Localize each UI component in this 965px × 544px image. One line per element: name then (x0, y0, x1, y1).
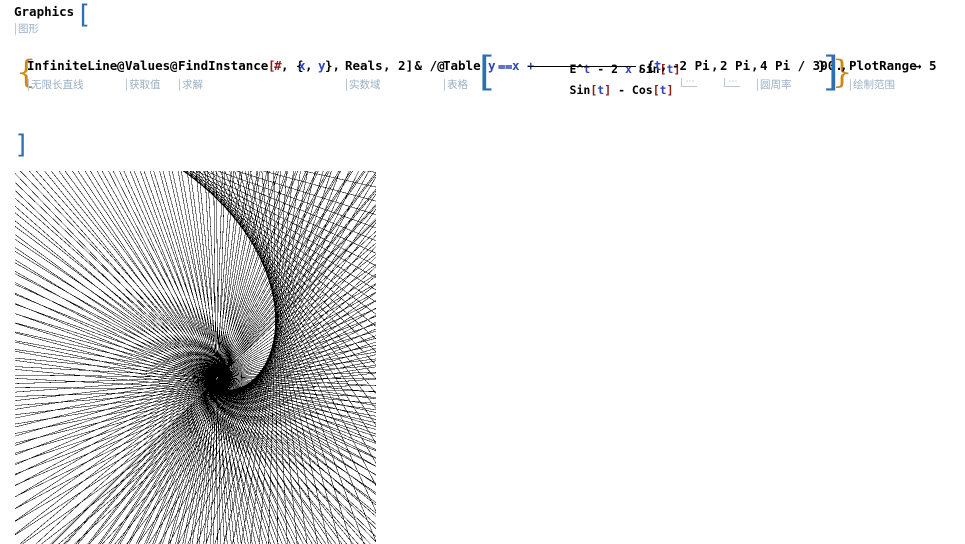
hint-values: 获取值 (126, 79, 161, 91)
option-plotrange-name[interactable]: PlotRange (849, 58, 917, 73)
token-table[interactable]: Table (443, 58, 481, 73)
graphics-symbol[interactable]: Graphics (14, 4, 74, 19)
token-findinstance[interactable]: FindInstance (178, 58, 268, 73)
graphics-close-bracket: ] (14, 130, 30, 160)
equation-lhs: y (488, 58, 496, 73)
fraction-denominator: Sin[t] - Cos[t] (569, 83, 674, 97)
equation-relation: ⩵ (498, 58, 513, 73)
token-infiniteline[interactable]: InfiniteLine (27, 58, 117, 73)
hint-table: 表格 (444, 79, 468, 91)
hint-plotrange: 绘制范围 (850, 79, 895, 91)
expression-line[interactable]: { InfiniteLine 无限长直线 @ Values 获取值 @ Find… (0, 42, 965, 98)
hint-findinstance: 求解 (179, 79, 203, 91)
line-envelope-graphic (15, 171, 376, 544)
envelope-svg (15, 171, 376, 544)
graphics-hint-label: 图形 (15, 23, 39, 35)
token-at-1: @ (117, 58, 125, 73)
hint-collapsed-pi-2[interactable]: ⋯ (724, 78, 740, 87)
graphics-open-bracket: [ (76, 0, 92, 30)
hint-reals: 实数域 (346, 79, 381, 91)
hint-pi: 圆周率 (757, 79, 792, 91)
option-plotrange-value[interactable]: 5 (929, 58, 937, 73)
fraction-bar (528, 66, 636, 67)
option-arrow: → (914, 58, 922, 73)
hint-infiniteline: 无限长直线 (28, 79, 84, 91)
token-values[interactable]: Values (125, 58, 170, 73)
token-at-2: @ (170, 58, 178, 73)
hint-collapsed-pi-1[interactable]: ⋯ (681, 78, 697, 87)
iterator-start[interactable]: -2 Pi (672, 58, 710, 73)
iterator-end[interactable]: 2 Pi (720, 58, 750, 73)
token-reals[interactable]: Reals (345, 58, 383, 73)
